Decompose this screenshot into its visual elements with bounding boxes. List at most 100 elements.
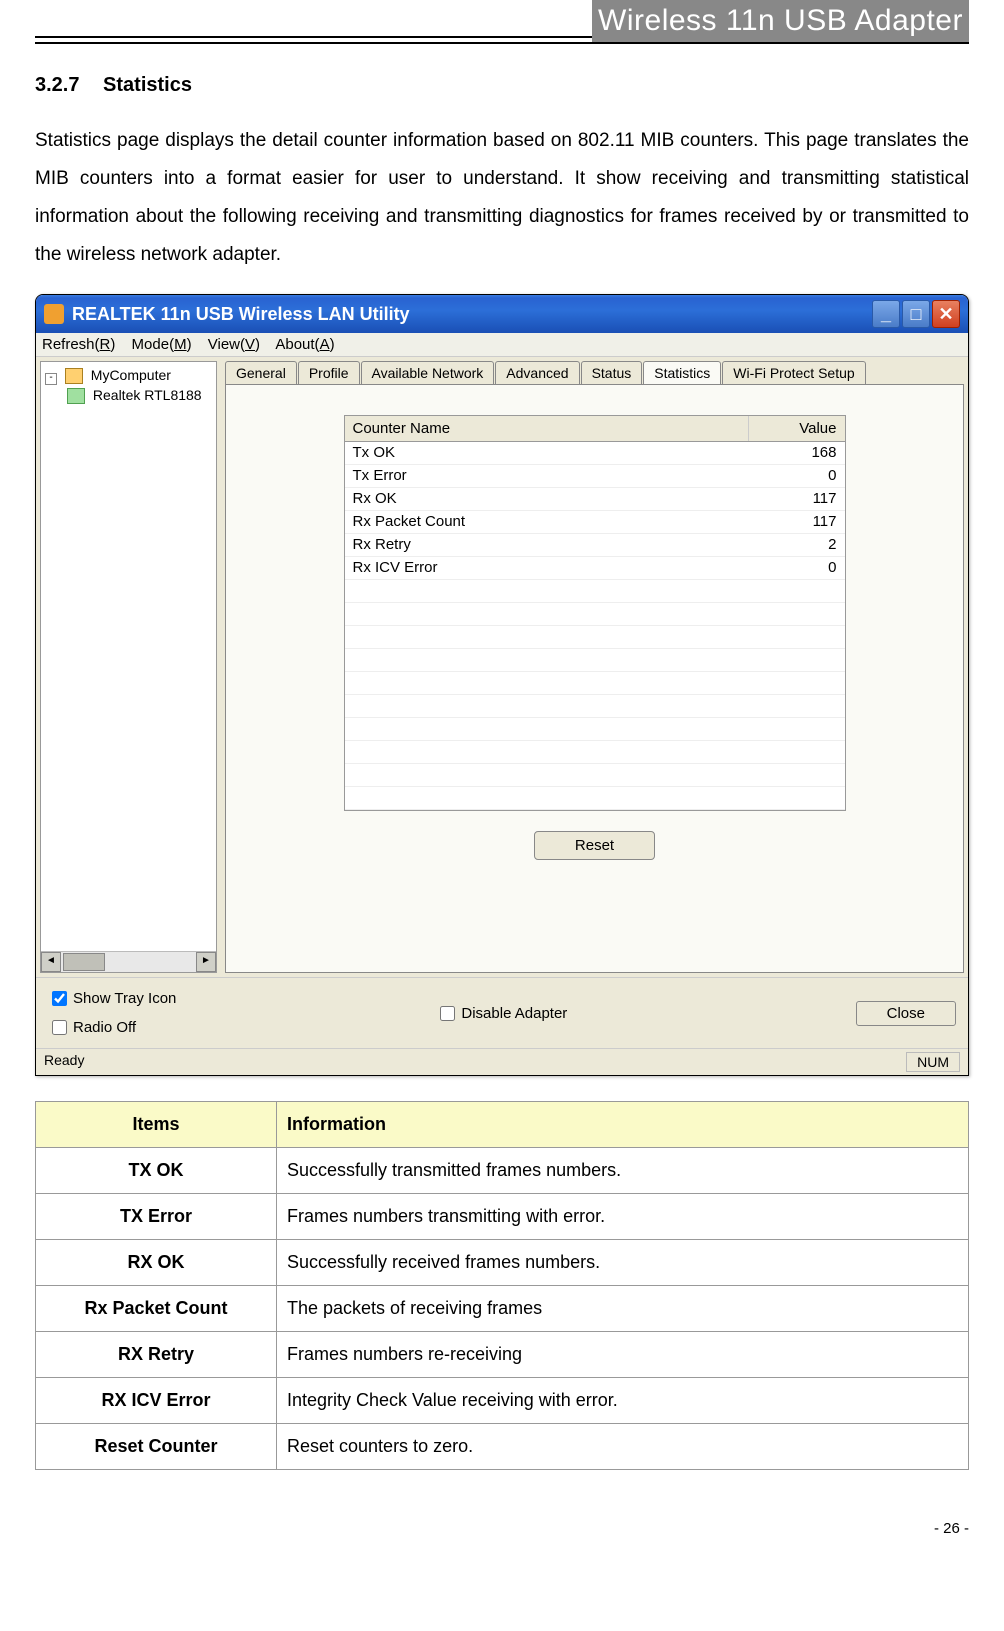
title-bar[interactable]: REALTEK 11n USB Wireless LAN Utility _ □… [36,295,968,333]
show-tray-label: Show Tray Icon [73,990,176,1007]
minimize-button[interactable]: _ [872,300,900,328]
stats-row-empty [345,649,845,672]
show-tray-checkbox[interactable] [52,991,67,1006]
section-number: 3.2.7 [35,74,79,96]
scroll-thumb[interactable] [63,953,105,971]
counter-value: 117 [749,488,845,510]
counter-value: 0 [749,465,845,487]
menu-mode[interactable]: Mode(M) [132,336,192,353]
stats-row[interactable]: Rx ICV Error0 [345,557,845,580]
menu-about[interactable]: About(A) [275,336,334,353]
options-bar: Show Tray Icon Radio Off Disable Adapter… [36,977,968,1048]
close-button[interactable]: Close [856,1001,956,1026]
tab-general[interactable]: General [225,361,297,384]
adapter-icon [67,388,85,404]
stats-row-empty [345,741,845,764]
info-item: RX Retry [36,1332,277,1378]
menu-view[interactable]: View(V) [208,336,260,353]
counter-value: 0 [749,557,845,579]
info-description: Successfully received frames numbers. [277,1240,969,1286]
app-window: REALTEK 11n USB Wireless LAN Utility _ □… [35,294,969,1076]
status-bar: Ready NUM [36,1048,968,1075]
info-row: RX ICV ErrorIntegrity Check Value receiv… [36,1378,969,1424]
tab-profile[interactable]: Profile [298,361,360,384]
info-item: TX Error [36,1194,277,1240]
statistics-list[interactable]: Counter Name Value Tx OK168Tx Error0Rx O… [344,415,846,811]
maximize-button[interactable]: □ [902,300,930,328]
counter-name: Rx OK [345,488,749,510]
info-row: TX OKSuccessfully transmitted frames num… [36,1148,969,1194]
info-description: The packets of receiving frames [277,1286,969,1332]
stats-row-empty [345,626,845,649]
info-description: Reset counters to zero. [277,1424,969,1470]
tree-root-node[interactable]: - MyComputer [45,366,212,386]
tab-wifi-protect[interactable]: Wi-Fi Protect Setup [722,361,865,384]
section-heading: 3.2.7 Statistics [35,74,969,97]
stats-row-empty [345,695,845,718]
disable-adapter-checkbox[interactable] [440,1006,455,1021]
scroll-right-icon[interactable]: ► [196,952,216,972]
column-header-value[interactable]: Value [749,416,845,441]
menu-refresh[interactable]: Refresh(R) [42,336,115,353]
stats-row-empty [345,603,845,626]
reset-button[interactable]: Reset [534,831,655,860]
status-ready: Ready [44,1052,84,1072]
info-item: TX OK [36,1148,277,1194]
counter-value: 117 [749,511,845,533]
computer-icon [65,368,83,384]
info-description: Frames numbers re-receiving [277,1332,969,1378]
info-description: Successfully transmitted frames numbers. [277,1148,969,1194]
radio-off-checkbox[interactable] [52,1020,67,1035]
information-table: Items Information TX OKSuccessfully tran… [35,1101,969,1470]
menu-bar: Refresh(R) Mode(M) View(V) About(A) [36,333,968,357]
tab-status[interactable]: Status [581,361,643,384]
window-title: REALTEK 11n USB Wireless LAN Utility [72,304,410,325]
device-tree-panel: - MyComputer Realtek RTL8188 ◄ ► [40,361,217,973]
status-num: NUM [906,1052,960,1072]
stats-row[interactable]: Rx Retry2 [345,534,845,557]
horizontal-scrollbar[interactable]: ◄ ► [41,951,216,972]
stats-row-empty [345,787,845,810]
info-item: Rx Packet Count [36,1286,277,1332]
info-row: TX ErrorFrames numbers transmitting with… [36,1194,969,1240]
collapse-icon[interactable]: - [45,373,57,385]
document-header: Wireless 11n USB Adapter [35,0,969,44]
page-number: - 26 - [35,1520,969,1537]
section-title-text: Statistics [103,74,192,96]
document-title: Wireless 11n USB Adapter [592,0,969,42]
info-description: Frames numbers transmitting with error. [277,1194,969,1240]
info-header-items: Items [36,1102,277,1148]
stats-row[interactable]: Rx OK117 [345,488,845,511]
tree-child-node[interactable]: Realtek RTL8188 [45,386,212,405]
tab-content: Counter Name Value Tx OK168Tx Error0Rx O… [225,384,964,973]
stats-row-empty [345,764,845,787]
stats-row[interactable]: Tx OK168 [345,442,845,465]
column-header-name[interactable]: Counter Name [345,416,749,441]
app-icon [44,304,64,324]
tab-strip: General Profile Available Network Advanc… [225,361,964,384]
info-item: RX ICV Error [36,1378,277,1424]
counter-name: Rx Packet Count [345,511,749,533]
stats-row[interactable]: Rx Packet Count117 [345,511,845,534]
scroll-left-icon[interactable]: ◄ [41,952,61,972]
close-window-button[interactable]: ✕ [932,300,960,328]
info-row: RX RetryFrames numbers re-receiving [36,1332,969,1378]
disable-adapter-label: Disable Adapter [461,1005,567,1022]
info-row: Reset CounterReset counters to zero. [36,1424,969,1470]
stats-row-empty [345,580,845,603]
tab-statistics[interactable]: Statistics [643,361,721,384]
counter-name: Tx OK [345,442,749,464]
section-body: Statistics page displays the detail coun… [35,122,969,274]
counter-value: 168 [749,442,845,464]
stats-row[interactable]: Tx Error0 [345,465,845,488]
radio-off-label: Radio Off [73,1019,136,1036]
stats-row-empty [345,718,845,741]
counter-name: Rx ICV Error [345,557,749,579]
tab-advanced[interactable]: Advanced [495,361,579,384]
counter-name: Rx Retry [345,534,749,556]
tab-available-network[interactable]: Available Network [361,361,495,384]
info-description: Integrity Check Value receiving with err… [277,1378,969,1424]
info-row: Rx Packet CountThe packets of receiving … [36,1286,969,1332]
info-header-info: Information [277,1102,969,1148]
info-row: RX OKSuccessfully received frames number… [36,1240,969,1286]
